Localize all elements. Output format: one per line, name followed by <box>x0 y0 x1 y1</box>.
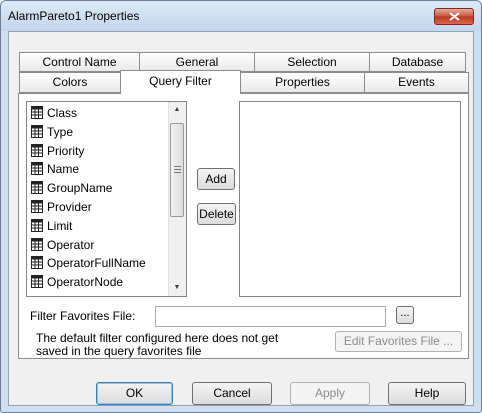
tab-selection[interactable]: Selection <box>254 52 370 72</box>
list-item[interactable]: GroupName <box>31 180 112 196</box>
tab-colors[interactable]: Colors <box>19 72 121 93</box>
tab-properties[interactable]: Properties <box>240 72 365 93</box>
field-icon <box>31 106 43 123</box>
edit-favorites-button[interactable]: Edit Favorites File ... <box>335 331 462 352</box>
tab-database[interactable]: Database <box>369 52 466 72</box>
scroll-thumb[interactable] <box>170 123 184 217</box>
field-icon <box>31 181 43 198</box>
list-item[interactable]: Priority <box>31 143 84 159</box>
note-line-1: The default filter configured here does … <box>36 331 279 345</box>
list-item-label: Name <box>47 162 80 177</box>
tab-events[interactable]: Events <box>364 72 469 93</box>
ok-button[interactable]: OK <box>96 382 173 405</box>
field-icon <box>31 143 43 161</box>
list-item-label: Operator <box>47 237 95 252</box>
list-item-label: Type <box>47 124 74 139</box>
list-item-label: Priority <box>47 143 85 158</box>
list-item-label: GroupName <box>47 181 113 196</box>
fields-list-scrollbar[interactable]: ▲ ▼ <box>168 102 186 296</box>
help-button[interactable]: Help <box>388 382 466 405</box>
scroll-up-arrow-icon[interactable]: ▲ <box>169 102 185 118</box>
list-item[interactable]: Name <box>31 161 79 177</box>
browse-button[interactable]: ... <box>396 306 414 324</box>
add-button[interactable]: Add <box>197 168 235 190</box>
field-icon <box>31 162 43 179</box>
query-filter-panel: Class Type Priority Name GroupName Provider Li… <box>18 93 469 359</box>
list-item[interactable]: Class <box>31 105 77 121</box>
fields-list[interactable]: Class Type Priority Name GroupName Provider Li… <box>26 101 187 297</box>
list-item-label: OperatorFullName <box>47 256 146 271</box>
tab-general[interactable]: General <box>139 52 255 72</box>
list-item-label: Class <box>47 106 78 120</box>
note-line-2: saved in the query favorites file <box>36 344 202 358</box>
list-item[interactable]: Limit <box>31 218 72 234</box>
filter-list[interactable] <box>239 101 461 297</box>
field-icon <box>31 275 43 292</box>
scroll-grip <box>174 166 181 173</box>
properties-dialog: AlarmPareto1 Properties Control Name Gen… <box>0 0 482 413</box>
list-item-label: OperatorNode <box>47 275 124 290</box>
tab-control-name[interactable]: Control Name <box>19 52 140 72</box>
filter-favorites-label: Filter Favorites File: <box>30 309 136 323</box>
close-icon <box>449 12 460 21</box>
close-button[interactable] <box>434 8 474 25</box>
list-item[interactable]: Type <box>31 124 73 140</box>
field-icon <box>31 256 43 273</box>
list-item[interactable]: Provider <box>31 199 92 215</box>
field-icon <box>31 200 43 217</box>
list-item-label: Limit <box>47 218 73 233</box>
window-title: AlarmPareto1 Properties <box>8 9 140 23</box>
list-item-label: Provider <box>47 200 92 214</box>
list-item[interactable]: Operator <box>31 237 94 253</box>
field-icon <box>31 237 43 255</box>
list-item[interactable]: OperatorNode <box>31 274 123 290</box>
dialog-body: Control Name General Selection Database … <box>8 31 474 406</box>
cancel-button[interactable]: Cancel <box>192 382 272 405</box>
field-icon <box>31 218 43 236</box>
field-icon <box>31 124 43 142</box>
title-bar[interactable]: AlarmPareto1 Properties <box>1 1 481 31</box>
delete-button[interactable]: Delete <box>197 203 236 225</box>
filter-favorites-field[interactable] <box>155 306 386 327</box>
list-item[interactable]: OperatorFullName <box>31 255 146 271</box>
scroll-down-arrow-icon[interactable]: ▼ <box>169 280 185 296</box>
tab-query-filter[interactable]: Query Filter <box>120 70 241 94</box>
apply-button[interactable]: Apply <box>290 382 370 405</box>
